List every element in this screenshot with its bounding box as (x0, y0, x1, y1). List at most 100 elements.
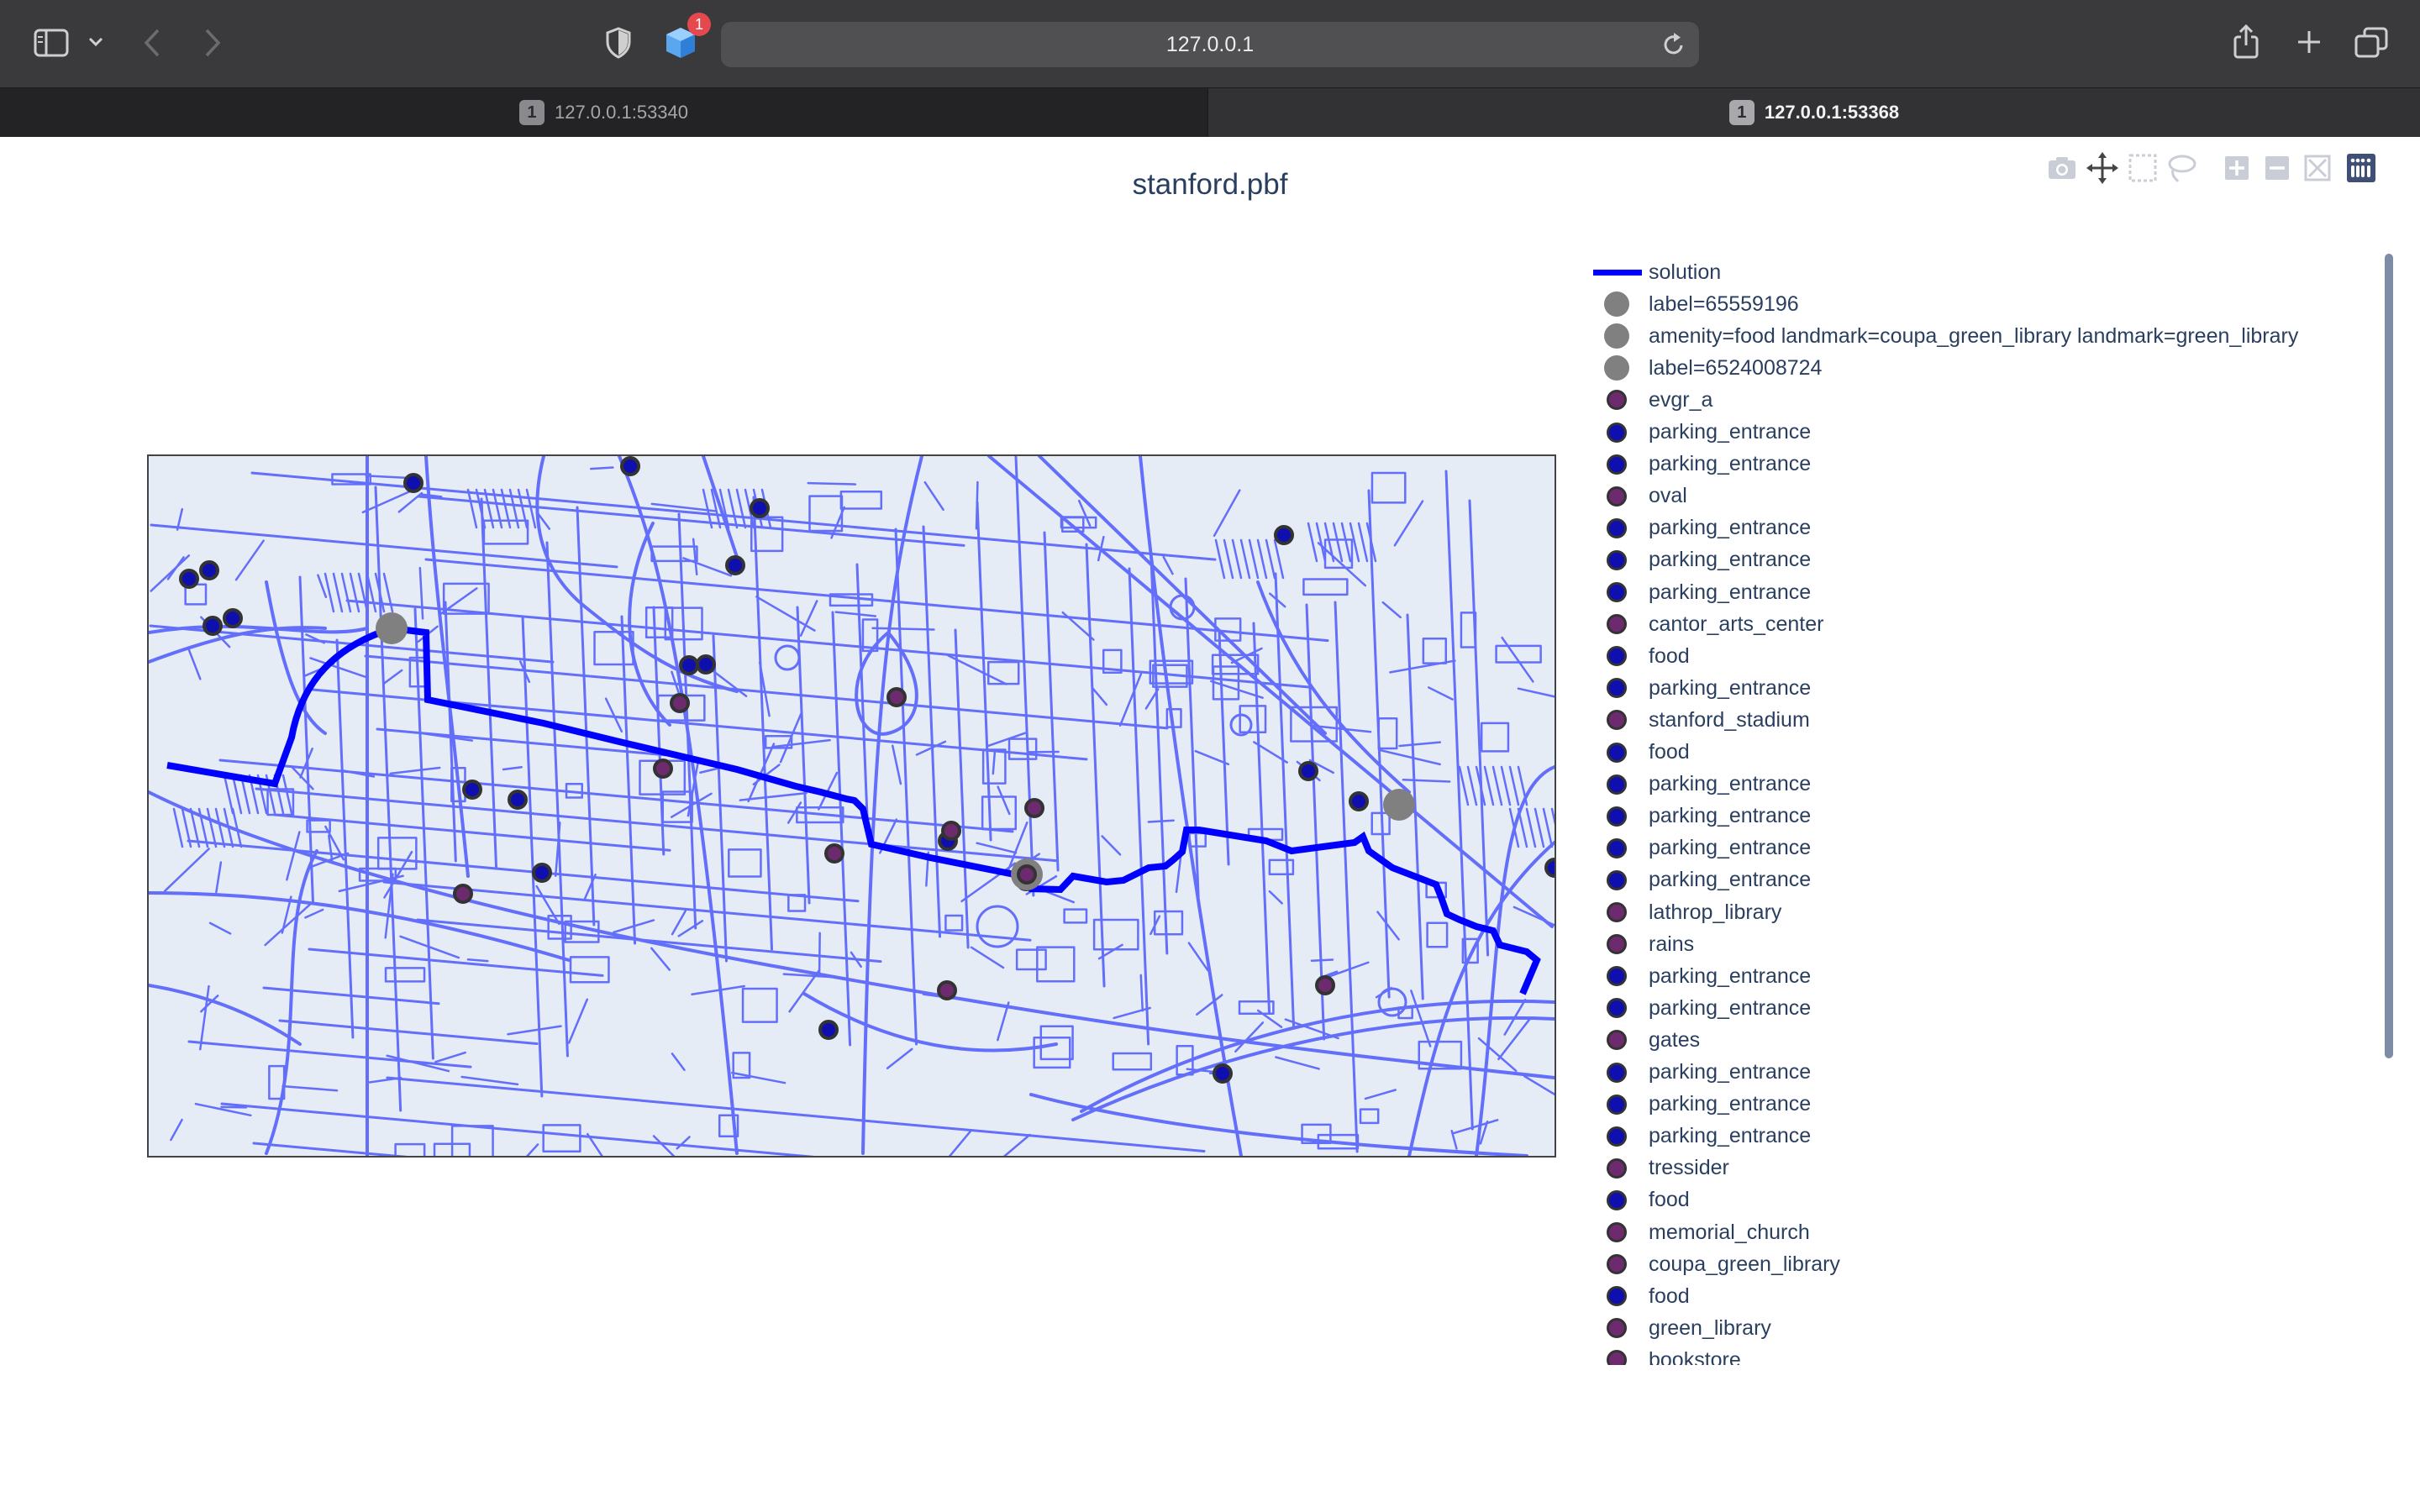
legend-item[interactable]: parking_entrance (1580, 992, 1811, 1024)
legend-item[interactable]: tressider (1580, 1152, 1729, 1184)
legend-item[interactable]: parking_entrance (1580, 449, 1811, 480)
legend-item[interactable]: food (1580, 1184, 1690, 1216)
legend-item[interactable]: food (1580, 640, 1690, 672)
parking-entrance-marker[interactable] (1349, 791, 1369, 811)
pan-icon[interactable] (2086, 151, 2119, 185)
parking-entrance-marker[interactable] (818, 1020, 839, 1040)
parking-entrance-marker[interactable] (1213, 1063, 1233, 1084)
parking-entrance-marker[interactable] (223, 608, 243, 628)
legend-item[interactable]: parking_entrance (1580, 801, 1811, 832)
parking-entrance-marker[interactable] (620, 456, 640, 476)
road (1444, 470, 1474, 1131)
landmark-marker[interactable] (453, 884, 473, 904)
landmark-marker[interactable] (1017, 864, 1037, 885)
road-network (149, 456, 1555, 1156)
legend-item[interactable]: parking_entrance (1580, 832, 1811, 864)
legend-item[interactable]: parking_entrance (1580, 417, 1811, 449)
tab-127-0-0-1-53340[interactable]: 1 127.0.0.1:53340 (0, 88, 1208, 137)
legend-item[interactable]: solution (1580, 256, 1721, 288)
road (1501, 636, 1534, 683)
legend-item[interactable]: oval (1580, 480, 1687, 512)
landmark-marker[interactable] (1024, 798, 1044, 818)
legend-item[interactable]: parking_entrance (1580, 960, 1811, 992)
share-icon[interactable] (2232, 24, 2260, 60)
legend-item[interactable]: label=6524008724 (1580, 352, 1822, 384)
shield-icon[interactable] (605, 27, 632, 59)
parking-entrance-marker[interactable] (532, 863, 552, 883)
map-plot-area[interactable] (147, 454, 1556, 1158)
parking-entrance-marker[interactable] (750, 498, 770, 518)
endpoint-marker[interactable] (376, 612, 408, 644)
parking-entrance-marker[interactable] (1544, 858, 1555, 878)
sidebar-icon[interactable] (34, 29, 69, 57)
camera-icon[interactable] (2045, 151, 2079, 185)
legend-item[interactable]: food (1580, 1280, 1690, 1312)
road-network-map[interactable] (149, 456, 1555, 1156)
road (567, 998, 589, 1044)
legend-item[interactable]: gates (1580, 1024, 1700, 1056)
legend-item[interactable]: lathrop_library (1580, 896, 1781, 928)
parking-entrance-marker[interactable] (179, 569, 199, 589)
legend-item[interactable]: label=65559196 (1580, 288, 1799, 320)
parking-entrance-marker[interactable] (203, 616, 223, 636)
legend-item[interactable]: parking_entrance (1580, 1121, 1811, 1152)
endpoint-marker[interactable] (1383, 789, 1415, 821)
zoom-in-icon[interactable] (2220, 151, 2254, 185)
chevron-down-icon[interactable] (87, 36, 104, 48)
legend-item[interactable]: parking_entrance (1580, 1089, 1811, 1121)
parking-entrance-marker[interactable] (725, 555, 745, 575)
legend-item[interactable]: rains (1580, 928, 1694, 960)
landmark-marker[interactable] (886, 687, 907, 707)
legend-item[interactable]: green_library (1580, 1312, 1771, 1344)
legend-item[interactable]: stanford_stadium (1580, 704, 1810, 736)
legend-item[interactable]: parking_entrance (1580, 512, 1811, 544)
parking-entrance-marker[interactable] (403, 473, 424, 493)
legend-item[interactable]: parking_entrance (1580, 1057, 1811, 1089)
landmark-marker[interactable] (1315, 975, 1335, 995)
parking-entrance-marker[interactable] (508, 790, 528, 810)
tab-overview-icon[interactable] (2354, 27, 2388, 59)
legend-item[interactable]: amenity=food landmark=coupa_green_librar… (1580, 320, 2298, 352)
address-bar[interactable]: 127.0.0.1 (721, 22, 1699, 67)
parking-entrance-marker[interactable] (696, 654, 716, 675)
road (466, 958, 489, 963)
legend-item[interactable]: cantor_arts_center (1580, 608, 1823, 640)
zoom-out-icon[interactable] (2260, 151, 2294, 185)
legend-scrollbar[interactable] (2385, 254, 2393, 1058)
legend-item[interactable]: parking_entrance (1580, 544, 1811, 576)
landmark-marker[interactable] (653, 759, 673, 779)
forward-icon[interactable] (203, 28, 222, 58)
parking-entrance-marker[interactable] (1298, 761, 1318, 781)
road (1223, 538, 1234, 580)
lasso-icon[interactable] (2165, 151, 2198, 185)
road (975, 480, 979, 530)
legend-item[interactable]: parking_entrance (1580, 672, 1811, 704)
legend-item[interactable]: bookstore (1580, 1344, 1741, 1365)
plotly-logo-icon[interactable] (2344, 151, 2378, 185)
legend-item[interactable]: food (1580, 737, 1690, 769)
parking-entrance-marker[interactable] (679, 655, 699, 675)
landmark-marker[interactable] (937, 980, 957, 1000)
road (1015, 948, 1047, 971)
reload-icon[interactable] (1662, 32, 1686, 57)
legend-item[interactable]: memorial_church (1580, 1216, 1810, 1248)
legend-item[interactable]: parking_entrance (1580, 769, 1811, 801)
autoscale-icon[interactable] (2301, 151, 2334, 185)
back-icon[interactable] (143, 28, 161, 58)
legend-marker-swatch (1580, 1057, 1645, 1089)
parking-entrance-marker[interactable] (199, 560, 219, 580)
legend-item[interactable]: parking_entrance (1580, 576, 1811, 608)
legend-item[interactable]: coupa_green_library (1580, 1248, 1840, 1280)
url-text[interactable]: 127.0.0.1 (721, 33, 1699, 57)
legend-item[interactable]: evgr_a (1580, 384, 1712, 416)
landmark-marker[interactable] (941, 821, 961, 841)
legend-marker-swatch (1580, 960, 1645, 992)
tab-127-0-0-1-53368[interactable]: 1 127.0.0.1:53368 (1208, 88, 2420, 137)
new-tab-icon[interactable] (2296, 29, 2323, 55)
parking-entrance-marker[interactable] (462, 780, 482, 800)
parking-entrance-marker[interactable] (1274, 525, 1294, 545)
legend-item[interactable]: parking_entrance (1580, 864, 1811, 896)
box-select-icon[interactable] (2126, 151, 2160, 185)
landmark-marker[interactable] (670, 693, 690, 713)
landmark-marker[interactable] (824, 843, 844, 864)
